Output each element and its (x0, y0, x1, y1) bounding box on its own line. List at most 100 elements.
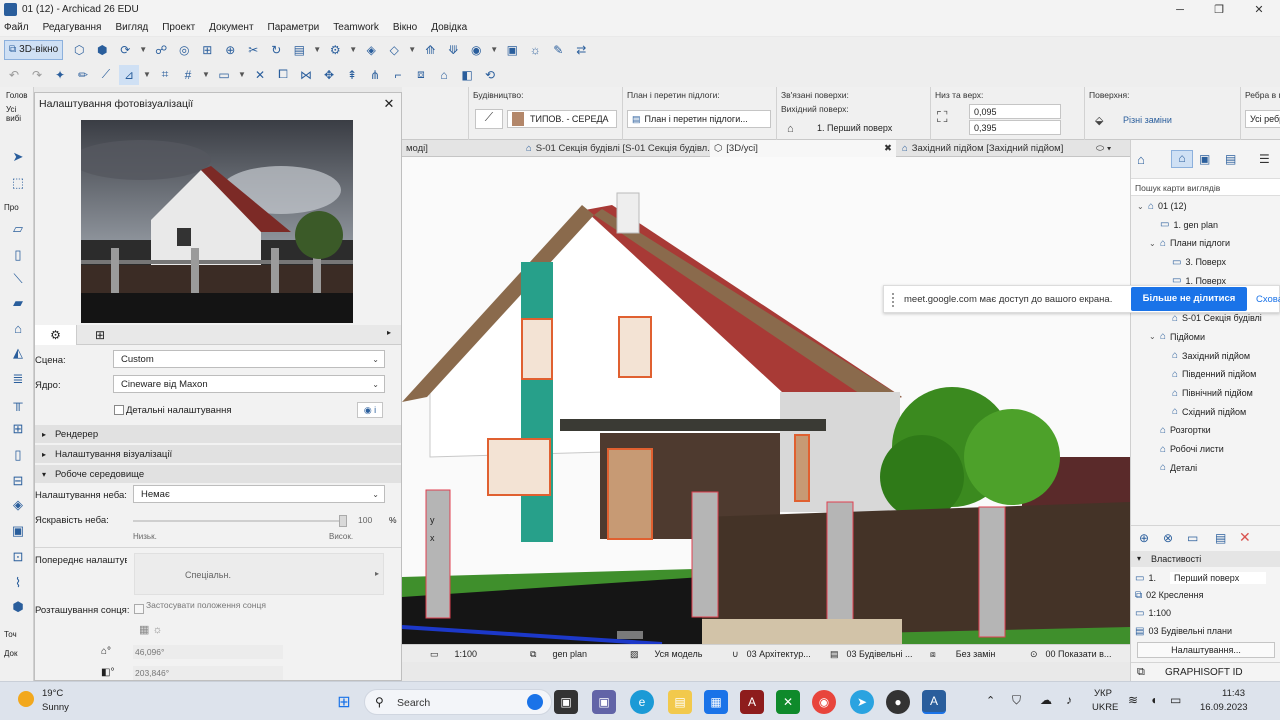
camera-icon[interactable]: ◉ (466, 40, 486, 60)
magic-wand-icon[interactable]: ✦ (50, 65, 70, 85)
sun-settings-icon[interactable]: ▦ ☼ (139, 623, 163, 636)
railing-tool-icon[interactable]: ╥ (9, 395, 27, 411)
file-explorer-icon[interactable]: ▤ (668, 690, 692, 714)
dropdown-arrow-icon[interactable]: ▼ (237, 65, 247, 85)
preset-selector[interactable]: Спеціальн. ▸ (134, 553, 384, 595)
layout-book-icon[interactable]: ▣ (1199, 152, 1210, 166)
dialog-close-button[interactable]: ✕ (381, 96, 397, 111)
elevation-tool-icon[interactable]: ⟱ (443, 40, 463, 60)
settings-tab-icon[interactable]: ⚙ (35, 325, 77, 345)
close-window-button[interactable]: ✕ (1239, 0, 1279, 19)
fill-icon[interactable]: ◧ (457, 65, 477, 85)
top-offset-field[interactable]: 0,095 (969, 104, 1061, 119)
acrobat-icon[interactable]: A (740, 690, 764, 714)
view-map-icon[interactable]: ⌂ (1171, 150, 1193, 168)
telegram-icon[interactable]: ➤ (850, 690, 874, 714)
menu-file[interactable]: Файл (4, 22, 29, 33)
tab-model[interactable]: моді] (402, 140, 432, 157)
mesh-tool-icon[interactable]: ⌇ (9, 575, 27, 591)
plan-section-dropdown[interactable]: ▤ План і перетин підлоги... (627, 110, 771, 128)
tab-west-elevation[interactable]: ⌂ Західний підйом [Західний підйом] (898, 140, 1067, 157)
render-icon[interactable]: ◈ (361, 40, 381, 60)
home-icon[interactable]: ⌂ (434, 65, 454, 85)
wall-tool-icon[interactable]: ▱ (9, 221, 27, 237)
trace-icon[interactable]: ⧠ (273, 65, 293, 85)
engine-dropdown[interactable]: Cineware від Maxon ⌄ (113, 375, 385, 393)
clone-view-icon[interactable]: ⊗ (1163, 531, 1173, 545)
section-tool-icon[interactable]: ⟰ (420, 40, 440, 60)
view-map-item[interactable]: ⌂ Південний підйом (1161, 366, 1256, 382)
door-tool-icon[interactable]: ▯ (9, 447, 27, 463)
palette-section-document[interactable]: Док (4, 649, 17, 658)
viewport-3d[interactable]: y x (402, 157, 1130, 644)
palette-section-viewpoint[interactable]: Точ (4, 630, 17, 639)
view-map-item[interactable]: ⌂ Західний підйом (1161, 348, 1250, 364)
tree-expander-icon[interactable]: ⌄ (1137, 202, 1145, 211)
photo-render-icon[interactable]: ▣ (502, 40, 522, 60)
close-tab-icon[interactable]: ✖ (884, 143, 892, 154)
weather-temp[interactable]: 19°C (42, 688, 63, 699)
dropdown-arrow-icon[interactable]: ▼ (312, 40, 322, 60)
curtain-wall-tool-icon[interactable]: ⊞ (9, 421, 27, 437)
walk-icon[interactable]: ☍ (151, 40, 171, 60)
sheet-icon[interactable]: ▤ (1215, 531, 1226, 545)
eyedropper-icon[interactable]: ⟋ (96, 65, 116, 85)
parallel-projection-icon[interactable]: ⬡ (69, 40, 89, 60)
mirror-icon[interactable]: ⋈ (296, 65, 316, 85)
refresh-icon[interactable]: ⟲ (480, 65, 500, 85)
skylight-tool-icon[interactable]: ◈ (9, 497, 27, 513)
new-folder-icon[interactable]: ▭ (1187, 531, 1198, 545)
marquee-icon[interactable]: ▭ (214, 65, 234, 85)
object-tool-icon[interactable]: ▣ (9, 523, 27, 539)
cross-icon[interactable]: ✕ (250, 65, 270, 85)
orbit-icon[interactable]: ⟳ (115, 40, 135, 60)
filter-icon[interactable]: ◇ (384, 40, 404, 60)
grid-icon[interactable]: # (178, 65, 198, 85)
tree-expander-icon[interactable]: ⌄ (1149, 239, 1157, 248)
house-model[interactable] (402, 157, 1130, 644)
story-name-field[interactable]: Перший поверх (1169, 572, 1266, 584)
new-view-icon[interactable]: ⊕ (1139, 531, 1149, 545)
view-settings-button[interactable]: Налаштування... (1137, 642, 1275, 658)
sun-icon[interactable]: ☼ (525, 40, 545, 60)
scene-dropdown[interactable]: Custom ⌄ (113, 350, 385, 368)
store-icon[interactable]: ▦ (704, 690, 728, 714)
clock-date[interactable]: 16.09.2023 (1200, 702, 1248, 713)
dropdown-arrow-icon[interactable]: ▼ (407, 40, 417, 60)
morph-tool-icon[interactable]: ⬢ (9, 599, 27, 615)
publisher-icon[interactable]: ▤ (1225, 152, 1236, 166)
taskbar-search[interactable]: ⚲ Search (364, 689, 552, 715)
guide-line-icon[interactable]: ⊿ (119, 64, 139, 85)
menu-edit[interactable]: Редагування (43, 22, 102, 33)
minimize-button[interactable]: ─ (1160, 0, 1200, 19)
view-map-item[interactable]: ⌂ Робочі листи (1149, 441, 1224, 457)
layer-selector[interactable]: ∪ 03 Архітектур... (732, 645, 811, 663)
sky-brightness-value[interactable]: 100 (358, 515, 372, 525)
view-map-item[interactable]: ⌄ ⌂ Плани підлоги (1149, 235, 1230, 251)
snap-icon[interactable]: ⌗ (155, 65, 175, 85)
view-map-item[interactable]: ▭ 1. gen plan (1149, 217, 1218, 233)
home-story-value[interactable]: 1. Перший поверх (817, 123, 892, 133)
dropdown-arrow-icon[interactable]: ▼ (489, 40, 499, 60)
hide-banner-link[interactable]: Сховати (1256, 294, 1280, 305)
zoom-fit-icon[interactable]: ⊞ (197, 40, 217, 60)
tree-expander-icon[interactable]: ⌄ (1149, 332, 1157, 341)
dropdown-arrow-icon[interactable]: ▼ (142, 65, 152, 85)
pen-selector[interactable]: ▤ 03 Будівельні ... (830, 645, 913, 663)
menu-help[interactable]: Довідка (431, 22, 467, 33)
offset-icon[interactable]: ⌐ (388, 65, 408, 85)
menu-options[interactable]: Параметри (268, 22, 320, 33)
override-selector[interactable]: ⧈ Без замін (930, 645, 995, 663)
scroll-right-icon[interactable]: ▸ (387, 328, 391, 337)
start-icon[interactable]: ⊞ (332, 690, 356, 714)
dropdown-arrow-icon[interactable]: ▼ (201, 65, 211, 85)
layout-selector[interactable]: ⧉ gen plan (530, 645, 587, 663)
renovation-selector[interactable]: ⊙ 00 Показати в... (1030, 645, 1111, 663)
marquee-tool-icon[interactable]: ⬚ (9, 175, 27, 191)
surface-value[interactable]: Різні заміни (1123, 115, 1172, 125)
layers-icon[interactable]: ▤ (289, 40, 309, 60)
scale-selector[interactable]: ▭ 1:100 (430, 645, 477, 663)
zoom-in-icon[interactable]: ⊕ (220, 40, 240, 60)
wall-icon[interactable]: ⟋ (475, 109, 503, 129)
properties-header[interactable]: ▾ Властивості (1131, 551, 1280, 567)
